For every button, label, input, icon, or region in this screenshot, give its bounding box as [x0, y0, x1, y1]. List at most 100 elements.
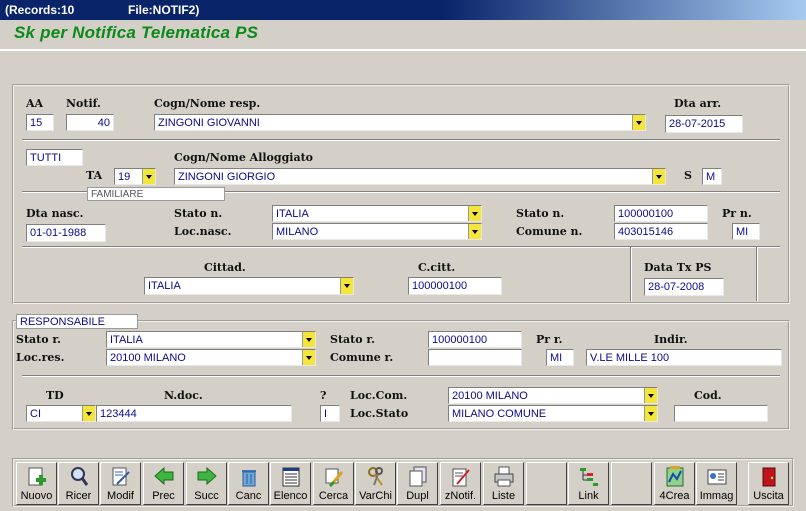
- prec-button[interactable]: Prec: [143, 462, 184, 505]
- chevron-down-icon[interactable]: [644, 388, 657, 403]
- cogn-allog-dropdown[interactable]: ZINGONI GIORGIO: [174, 168, 666, 185]
- loc-res-dropdown[interactable]: 20100 MILANO: [106, 349, 316, 366]
- divider: [22, 375, 780, 377]
- indir-field[interactable]: V.LE MILLE 100: [586, 349, 782, 366]
- filter-field[interactable]: TUTTI: [26, 149, 83, 166]
- stato-r-code-field[interactable]: 100000100: [428, 331, 522, 348]
- comune-r-label: Comune r.: [330, 351, 394, 364]
- chevron-down-icon[interactable]: [652, 169, 665, 184]
- chevron-down-icon[interactable]: [82, 406, 95, 421]
- znotif-button[interactable]: zNotif.: [440, 462, 481, 505]
- stato-n-dropdown[interactable]: ITALIA: [272, 205, 482, 222]
- sex-field[interactable]: M: [702, 168, 722, 185]
- window-titlebar: (Records:10 File:NOTIF2): [0, 0, 806, 20]
- uscita-button[interactable]: Uscita: [748, 462, 789, 505]
- pr-r-field[interactable]: MI: [546, 349, 574, 366]
- stato-r-value: ITALIA: [110, 334, 143, 346]
- liste-label: Liste: [491, 490, 516, 502]
- blank-button[interactable]: [526, 462, 567, 505]
- chevron-down-icon[interactable]: [468, 206, 481, 221]
- ccitt-field[interactable]: 100000100: [408, 277, 502, 295]
- nuovo-button[interactable]: Nuovo: [16, 462, 57, 505]
- comune-n-field[interactable]: 403015146: [614, 223, 708, 240]
- duplicate-icon: [409, 466, 427, 487]
- ndoc-field[interactable]: 123444: [96, 405, 292, 422]
- chevron-down-icon[interactable]: [632, 115, 645, 130]
- cod-label: Cod.: [694, 389, 722, 402]
- cerca-button[interactable]: Cerca: [313, 462, 354, 505]
- loc-res-label: Loc.res.: [16, 351, 65, 364]
- notif-field[interactable]: 40: [66, 114, 114, 131]
- loc-com-dropdown[interactable]: 20100 MILANO: [448, 387, 658, 404]
- 4crea-button[interactable]: 4Crea: [654, 462, 695, 505]
- succ-label: Succ: [194, 490, 219, 502]
- chevron-down-icon[interactable]: [468, 224, 481, 239]
- elenco-button[interactable]: Elenco: [270, 462, 311, 505]
- loc-stato-dropdown[interactable]: MILANO COMUNE: [448, 405, 658, 422]
- new-document-icon: [28, 467, 46, 486]
- trash-icon: [242, 470, 256, 487]
- chevron-down-icon[interactable]: [302, 350, 315, 365]
- link-button[interactable]: Link: [568, 462, 609, 505]
- znotif-label: zNotif.: [444, 490, 477, 502]
- pr-r-label: Pr r.: [536, 333, 563, 346]
- chevron-down-icon[interactable]: [644, 406, 657, 421]
- link-label: Link: [578, 490, 599, 502]
- elenco-label: Elenco: [273, 490, 308, 502]
- create-map-icon: [666, 466, 684, 487]
- dupl-label: Dupl: [406, 490, 429, 502]
- td-label: TD: [46, 389, 64, 402]
- pr-n-field[interactable]: MI: [732, 223, 760, 240]
- printer-icon: [494, 466, 514, 487]
- comune-r-field[interactable]: [428, 349, 522, 366]
- modif-button[interactable]: Modif: [100, 462, 141, 505]
- data-tx-field[interactable]: 28-07-2008: [644, 278, 724, 296]
- blank-button[interactable]: [611, 462, 652, 505]
- ta-dropdown[interactable]: 19: [114, 168, 156, 185]
- dta-arr-field[interactable]: 28-07-2015: [665, 115, 743, 133]
- nuovo-label: Nuovo: [20, 490, 53, 502]
- chevron-down-icon[interactable]: [142, 169, 155, 184]
- td-dropdown[interactable]: CI: [26, 405, 96, 422]
- file-name: File:NOTIF2): [128, 3, 200, 17]
- data-tx-label: Data Tx PS: [644, 261, 712, 274]
- chevron-down-icon[interactable]: [340, 278, 353, 294]
- stato-n-value: ITALIA: [276, 208, 309, 220]
- familiare-label: FAMILIARE: [87, 187, 225, 201]
- cogn-resp-label: Cogn/Nome resp.: [154, 97, 261, 110]
- ricer-button[interactable]: Ricer: [58, 462, 99, 505]
- dupl-button[interactable]: Dupl: [397, 462, 438, 505]
- stato-n-code-field[interactable]: 100000100: [614, 205, 708, 222]
- loc-nasc-label: Loc.nasc.: [174, 225, 232, 238]
- loc-nasc-dropdown[interactable]: MILANO: [272, 223, 482, 240]
- dta-nasc-label: Dta nasc.: [26, 207, 84, 220]
- aa-field[interactable]: 15: [26, 114, 54, 131]
- ta-value: 19: [118, 171, 131, 183]
- edit-document-icon: [112, 467, 130, 486]
- notif-label: Notif.: [66, 97, 101, 110]
- toolbar: Nuovo Ricer Modif Prec Succ Canc Elenco …: [12, 458, 794, 507]
- canc-button[interactable]: Canc: [228, 462, 269, 505]
- loc-stato-label: Loc.Stato: [350, 407, 409, 420]
- varchi-button[interactable]: VarChi: [355, 462, 396, 505]
- varchi-label: VarChi: [359, 490, 392, 502]
- divider: [22, 246, 780, 248]
- cogn-resp-dropdown[interactable]: ZINGONI GIOVANNI: [154, 114, 646, 131]
- comune-n-label: Comune n.: [516, 225, 583, 238]
- liste-button[interactable]: Liste: [483, 462, 524, 505]
- question-field[interactable]: I: [320, 405, 340, 422]
- stato-n-code-label: Stato n.: [516, 207, 565, 220]
- stato-r-dropdown[interactable]: ITALIA: [106, 331, 316, 348]
- immag-button[interactable]: Immag: [696, 462, 737, 505]
- s-label: S: [684, 169, 692, 182]
- keys-icon: [368, 467, 383, 486]
- chevron-down-icon[interactable]: [302, 332, 315, 347]
- cod-field[interactable]: [674, 405, 768, 422]
- pr-n-label: Pr n.: [722, 207, 752, 220]
- loc-stato-value: MILANO COMUNE: [452, 408, 547, 420]
- dta-nasc-field[interactable]: 01-01-1988: [26, 224, 106, 242]
- succ-button[interactable]: Succ: [186, 462, 227, 505]
- dta-arr-label: Dta arr.: [674, 97, 722, 110]
- cerca-label: Cerca: [318, 490, 349, 502]
- cittad-dropdown[interactable]: ITALIA: [144, 277, 354, 295]
